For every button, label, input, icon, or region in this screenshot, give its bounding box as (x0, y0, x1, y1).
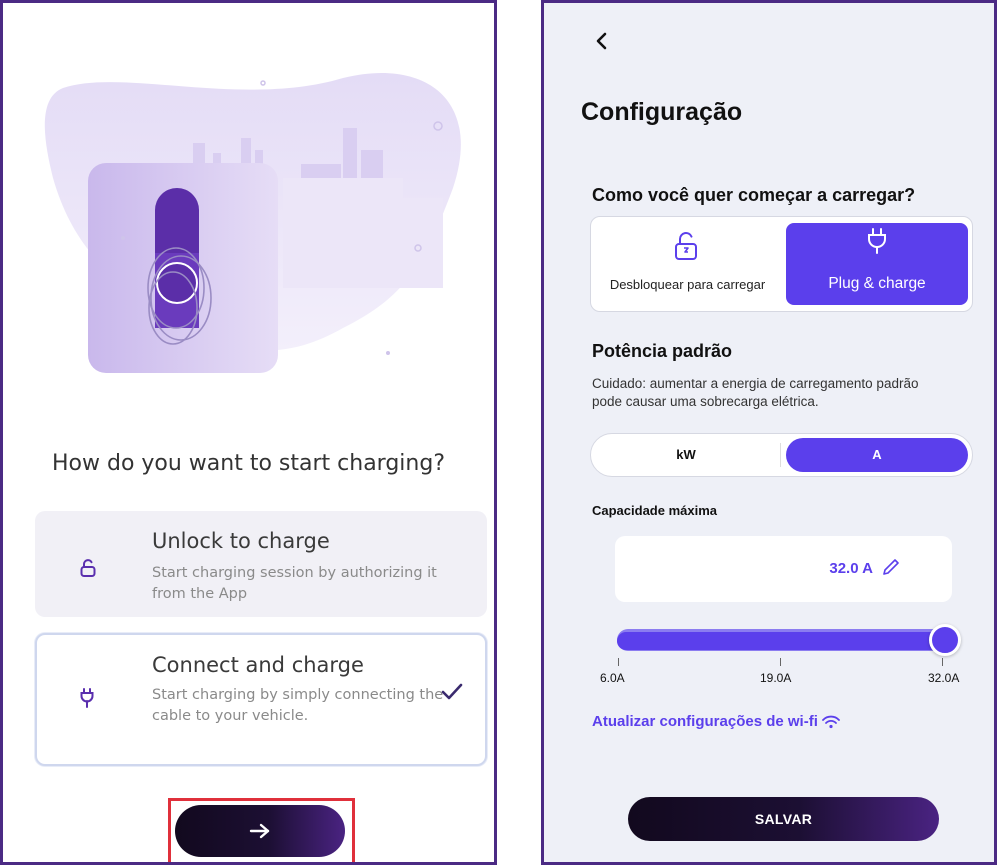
wifi-link-text: Atualizar configurações de wi-fi (592, 713, 818, 730)
plug-icon (80, 688, 94, 708)
option-connect-and-charge[interactable]: Connect and charge Start charging by sim… (35, 633, 487, 766)
capacity-value-box[interactable]: 32.0 A (615, 536, 952, 602)
slider-mid-label: 19.0A (760, 671, 792, 685)
option-description: Start charging session by authorizing it… (152, 565, 437, 602)
unit-divider (780, 443, 781, 467)
unit-kw-button[interactable]: kW (591, 434, 781, 476)
capacity-value-text: 32.0 A (829, 560, 873, 577)
option-title: Unlock to charge (152, 529, 330, 553)
wifi-icon (821, 715, 840, 728)
update-wifi-link[interactable]: Atualizar configurações de wi-fi (592, 713, 840, 730)
slider-tick-min (618, 658, 619, 666)
option-unlock-to-charge[interactable]: Unlock to charge Start charging session … (35, 511, 487, 617)
charging-mode-question: Como você quer começar a carregar? (592, 185, 916, 205)
power-warning-text: Cuidado: aumentar a energia de carregame… (592, 376, 919, 409)
mode-plug-and-charge-button[interactable]: Plug & charge (786, 223, 968, 305)
save-button[interactable]: SALVAR (628, 797, 939, 841)
unit-toggle: kW A (590, 433, 973, 477)
option-title: Connect and charge (152, 653, 364, 677)
capacity-value: 32.0 A (615, 560, 873, 577)
unlock-icon (675, 232, 697, 260)
unit-amp-button[interactable]: A (786, 438, 968, 472)
mode-label: Desbloquear para carregar (609, 277, 766, 292)
page-title: Configuração (581, 98, 743, 126)
mode-unlock-button[interactable]: Desbloquear para carregar (591, 217, 784, 311)
charging-mode-toggle: Desbloquear para carregar Plug & charge (590, 216, 973, 312)
next-button[interactable] (175, 805, 345, 857)
power-section-title: Potência padrão (592, 341, 733, 361)
slider-max-label: 32.0A (928, 671, 960, 685)
left-phone-screen: How do you want to start charging? Unloc… (0, 0, 497, 865)
chevron-left-icon[interactable] (591, 29, 615, 53)
arrow-right-icon (249, 823, 270, 839)
plug-icon (868, 228, 886, 254)
slider-tick-mid (780, 658, 781, 666)
capacity-slider-thumb[interactable] (929, 624, 961, 656)
start-charging-question: How do you want to start charging? (51, 451, 445, 476)
capacity-slider-fill (617, 632, 942, 650)
option-description: Start charging by simply connecting the … (152, 687, 444, 724)
pencil-edit-icon[interactable] (881, 557, 901, 577)
capacity-label: Capacidade máxima (592, 503, 718, 518)
right-phone-screen: Configuração Como você quer começar a ca… (541, 0, 997, 865)
mode-label: Plug & charge (828, 275, 926, 292)
slider-min-label: 6.0A (600, 671, 625, 685)
slider-tick-max (942, 658, 943, 666)
unlock-icon (80, 559, 96, 577)
charger-illustration (44, 72, 461, 373)
checkmark-icon (441, 683, 463, 700)
